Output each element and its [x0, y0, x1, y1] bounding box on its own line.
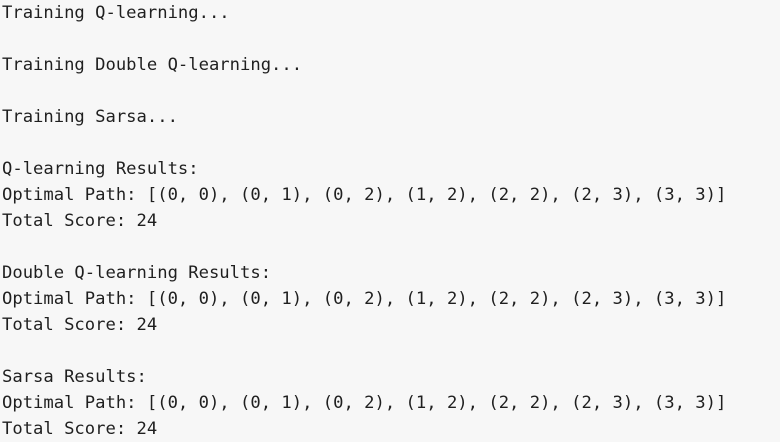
output-line-training-q-learning: Training Q-learning...: [2, 3, 230, 23]
output-line-training-double-q-learning: Training Double Q-learning...: [2, 55, 303, 75]
double-q-learning-optimal-path: Optimal Path: [(0, 0), (0, 1), (0, 2), (…: [2, 289, 727, 309]
sarsa-total-score: Total Score: 24: [2, 419, 158, 439]
q-learning-optimal-path: Optimal Path: [(0, 0), (0, 1), (0, 2), (…: [2, 185, 727, 205]
console-output: Training Q-learning... Training Double Q…: [0, 0, 780, 439]
q-learning-total-score: Total Score: 24: [2, 211, 158, 231]
double-q-learning-results-heading: Double Q-learning Results:: [2, 263, 272, 283]
output-line-training-sarsa: Training Sarsa...: [2, 107, 178, 127]
sarsa-results-heading: Sarsa Results:: [2, 367, 147, 387]
q-learning-results-heading: Q-learning Results:: [2, 159, 199, 179]
sarsa-optimal-path: Optimal Path: [(0, 0), (0, 1), (0, 2), (…: [2, 393, 727, 413]
double-q-learning-total-score: Total Score: 24: [2, 315, 158, 335]
